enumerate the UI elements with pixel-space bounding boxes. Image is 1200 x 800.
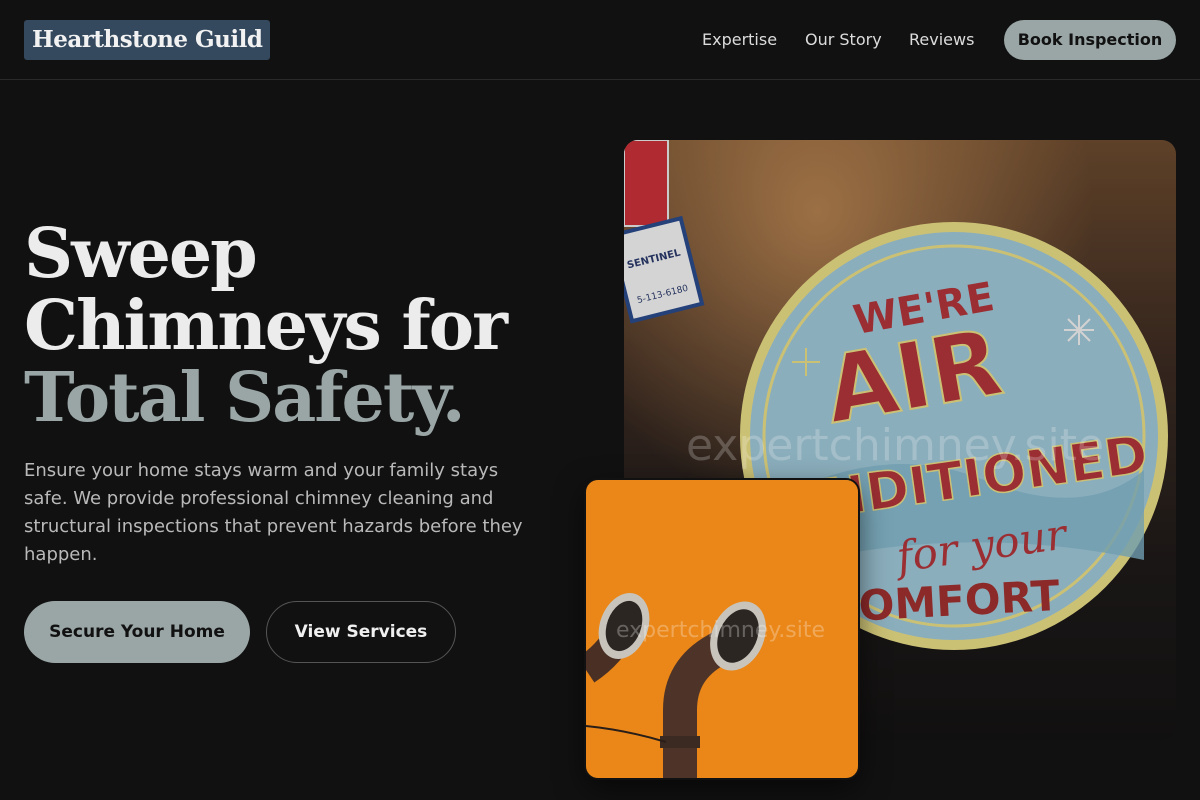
nav-link-reviews[interactable]: Reviews xyxy=(909,30,974,50)
view-services-button[interactable]: View Services xyxy=(266,601,456,663)
hero-title: Sweep Chimneys for Total Safety. xyxy=(24,218,544,434)
nav-link-our-story[interactable]: Our Story xyxy=(805,30,882,50)
hero-title-line-1: Sweep xyxy=(24,214,258,294)
hero-title-line-2: Chimneys for xyxy=(24,286,508,366)
logo[interactable]: Hearthstone Guild xyxy=(24,20,271,60)
book-inspection-button[interactable]: Book Inspection xyxy=(1004,20,1176,60)
secure-your-home-button[interactable]: Secure Your Home xyxy=(24,601,250,663)
hero-description: Ensure your home stays warm and your fam… xyxy=(24,460,523,565)
nav-link-expertise[interactable]: Expertise xyxy=(702,30,777,50)
hero-title-accent: Total Safety. xyxy=(24,358,466,438)
hero-image-pipes: expertchimney.site xyxy=(586,480,858,778)
site-header: Hearthstone Guild Expertise Our Story Re… xyxy=(0,0,1200,80)
watermark-small: expertchimney.site xyxy=(616,618,826,643)
watermark-main: expertchimney.site xyxy=(686,420,1105,471)
